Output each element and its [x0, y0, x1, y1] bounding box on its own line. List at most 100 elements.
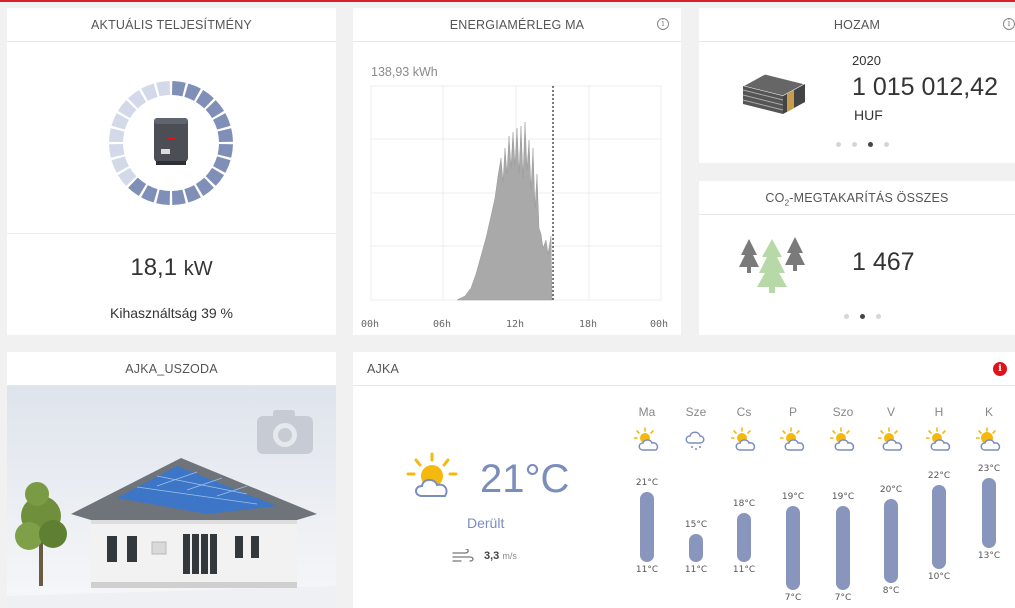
- alert-icon[interactable]: i: [993, 362, 1007, 376]
- energy-chart: [370, 85, 662, 301]
- carousel-dot-active[interactable]: [860, 314, 865, 319]
- forecast-low-label: 11°C: [635, 565, 659, 575]
- forecast-low-label: 7°C: [834, 593, 852, 603]
- card-title: AJKA: [353, 352, 1015, 386]
- yield-amount: 1 015 012,42: [852, 73, 998, 101]
- partly-cloudy-icon: [926, 427, 951, 451]
- info-icon[interactable]: i: [1003, 18, 1015, 30]
- power-unit: kW: [183, 258, 213, 280]
- forecast-day-name: P: [788, 405, 797, 419]
- forecast-low-label: 13°C: [977, 551, 1001, 561]
- power-number: 18,1: [130, 254, 178, 281]
- wind-icon: [452, 549, 474, 562]
- co2-value: 1 467: [852, 248, 915, 276]
- top-accent-line: [0, 0, 1015, 2]
- forecast-low-label: 11°C: [732, 565, 756, 575]
- carousel-dot[interactable]: [884, 142, 889, 147]
- x-tick-label: 06h: [433, 319, 452, 330]
- power-value: 18,1 kW: [7, 254, 336, 282]
- carousel-dot[interactable]: [852, 142, 857, 147]
- energy-total: 138,93 kWh: [371, 65, 438, 79]
- forecast-temp-bar: [932, 485, 946, 569]
- card-title: CO2-MEGTAKARÍTÁS ÖSSZES: [699, 181, 1015, 215]
- gauge-segment: [217, 144, 233, 158]
- forecast-high-label: 18°C: [732, 499, 756, 509]
- forecast-day-name: Cs: [736, 405, 752, 419]
- card-title: ENERGIAMÉRLEG MA: [353, 8, 681, 42]
- gauge-segment: [109, 128, 125, 142]
- carousel-dot[interactable]: [836, 142, 841, 147]
- money-stack-icon: [741, 73, 807, 115]
- rain-cloud-icon: [685, 431, 705, 450]
- gauge-segment: [156, 189, 170, 205]
- partly-cloudy-icon: [878, 427, 903, 451]
- wind-value: 3,3: [484, 550, 500, 562]
- current-condition: Derült: [467, 515, 505, 531]
- yield-card[interactable]: HOZAM i 2020 1 015 012,42 HUF: [699, 8, 1015, 163]
- forecast-low-label: 7°C: [784, 593, 802, 603]
- carousel-dot-active[interactable]: [868, 142, 873, 147]
- x-tick-label: 00h: [650, 319, 669, 330]
- co2-savings-card[interactable]: CO2-MEGTAKARÍTÁS ÖSSZES 1 467: [699, 181, 1015, 335]
- camera-icon: [257, 410, 313, 454]
- forecast-high-label: 19°C: [831, 492, 855, 502]
- gauge-segment: [172, 189, 186, 205]
- sunny-cloud-icon: [976, 427, 1001, 451]
- forecast-temp-bar: [640, 492, 654, 562]
- forecast-low-label: 8°C: [882, 586, 900, 596]
- co2-title-prefix: CO: [765, 191, 785, 205]
- gauge-segment: [156, 81, 170, 97]
- x-tick-label: 18h: [579, 319, 598, 330]
- yield-year: 2020: [852, 53, 881, 68]
- forecast-temp-bar: [884, 499, 898, 583]
- partly-cloudy-icon: [731, 427, 756, 451]
- energy-balance-card[interactable]: ENERGIAMÉRLEG MA i 138,93 kWh 00h 06h 12…: [353, 8, 681, 335]
- forecast-day-name: Szo: [832, 405, 854, 419]
- card-title: AJKA_USZODA: [7, 352, 336, 386]
- forecast-temp-bar: [689, 534, 703, 562]
- forecast-low-label: 11°C: [684, 565, 708, 575]
- forecast-high-label: 22°C: [927, 471, 951, 481]
- card-title: HOZAM: [699, 8, 1015, 42]
- forecast-high-label: 20°C: [879, 485, 903, 495]
- power-gauge: [109, 81, 233, 205]
- inverter-icon: [154, 118, 188, 165]
- partly-cloudy-icon: [634, 427, 659, 451]
- divider: [7, 233, 336, 234]
- system-card[interactable]: AJKA_USZODA: [7, 352, 336, 608]
- forecast-day-name: K: [984, 405, 993, 419]
- wind-speed: 3,3 m/s: [484, 550, 517, 562]
- carousel-dot[interactable]: [876, 314, 881, 319]
- forecast-temp-bar: [982, 478, 996, 548]
- partly-cloudy-icon: [830, 427, 855, 451]
- current-weather-icon: [406, 452, 458, 497]
- wind-unit: m/s: [502, 551, 517, 561]
- info-icon[interactable]: i: [657, 18, 669, 30]
- usage-text: Kihasználtság 39 %: [110, 305, 233, 321]
- gauge-segment: [109, 144, 125, 158]
- forecast-day-name: Sze: [685, 405, 707, 419]
- forecast-day-name: V: [886, 405, 895, 419]
- forecast-day-name: Ma: [638, 405, 656, 419]
- trees-icon: [739, 237, 805, 293]
- co2-title-suffix: -MEGTAKARÍTÁS ÖSSZES: [789, 191, 949, 205]
- forecast-temp-bar: [836, 506, 850, 590]
- yield-currency: HUF: [854, 107, 883, 123]
- forecast-high-label: 23°C: [977, 464, 1001, 474]
- forecast-high-label: 21°C: [635, 478, 659, 488]
- production-area: [456, 121, 553, 301]
- x-tick-label: 00h: [361, 319, 380, 330]
- forecast-temp-bar: [786, 506, 800, 590]
- partly-cloudy-icon: [780, 427, 805, 451]
- forecast-temp-bar: [737, 513, 751, 562]
- carousel-dot[interactable]: [844, 314, 849, 319]
- card-title: AKTUÁLIS TELJESÍTMÉNY: [7, 8, 336, 42]
- forecast-high-label: 19°C: [781, 492, 805, 502]
- current-temperature: 21°C: [480, 457, 570, 501]
- gauge-segment: [172, 81, 186, 97]
- current-power-card[interactable]: AKTUÁLIS TELJESÍTMÉNY 18,1 kW Kihasznált…: [7, 8, 336, 335]
- forecast-day-name: H: [934, 405, 944, 419]
- forecast-high-label: 15°C: [684, 520, 708, 530]
- gauge-segment: [217, 128, 233, 142]
- house-image: [7, 386, 336, 608]
